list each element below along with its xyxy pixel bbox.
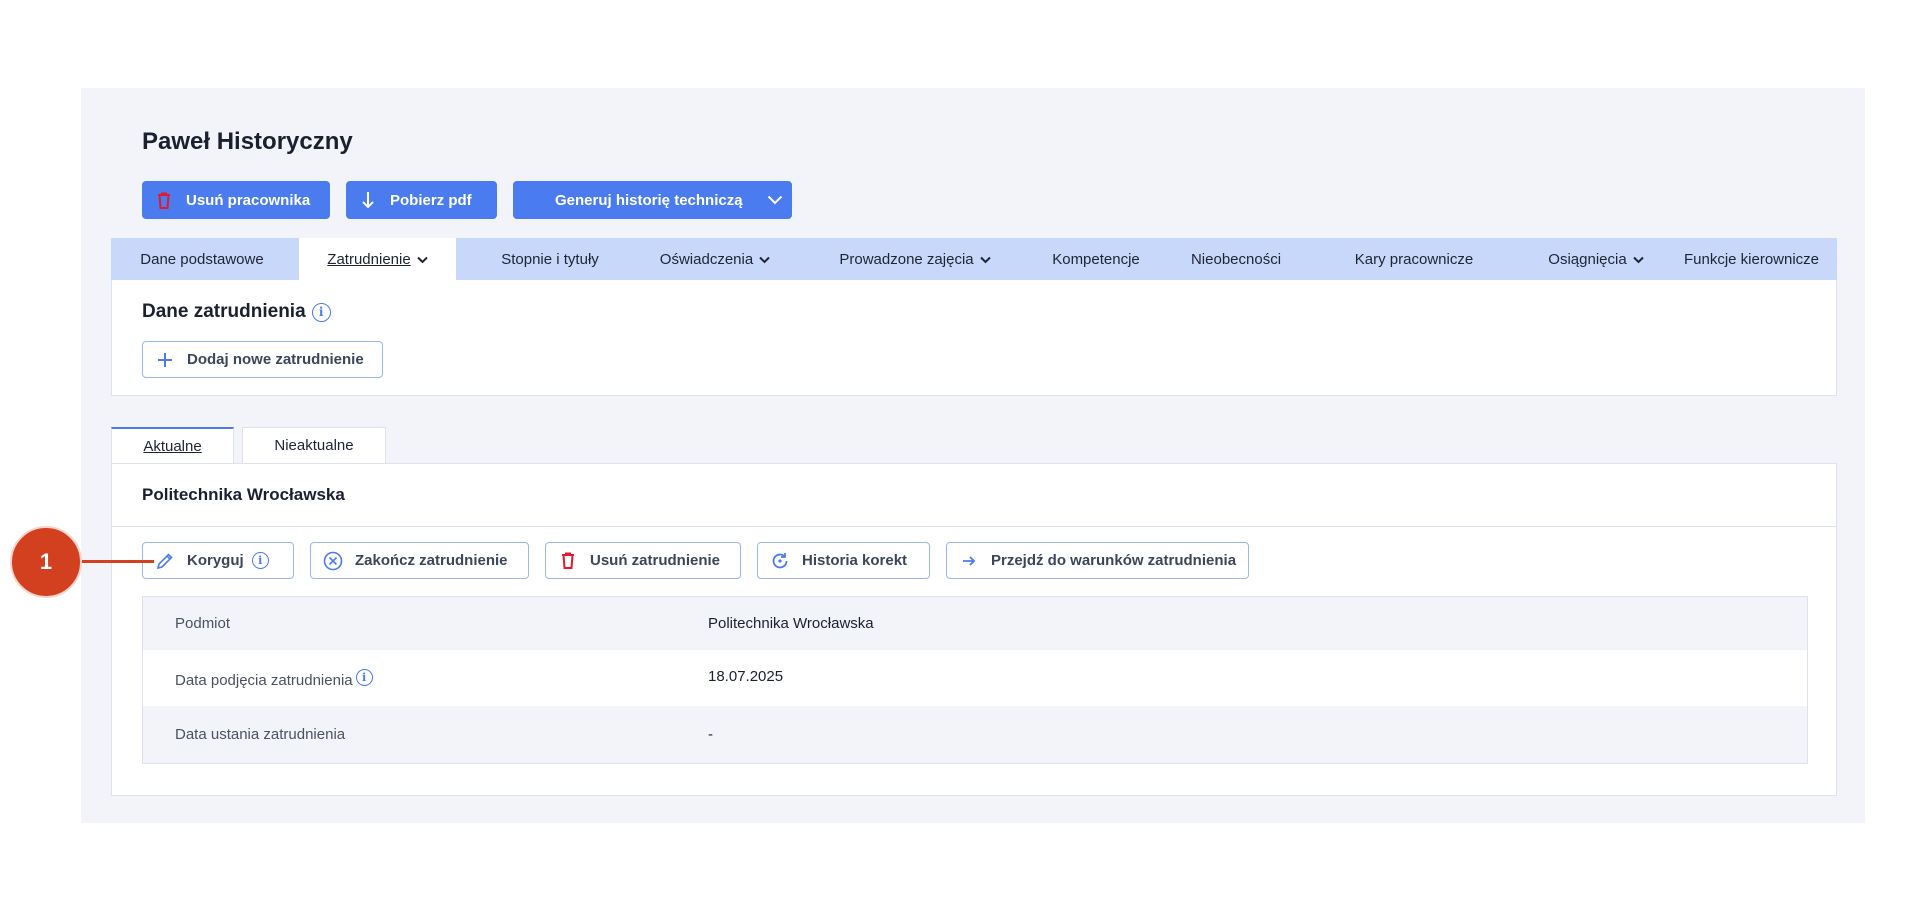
row-label: Data podjęcia zatrudnienia i — [175, 669, 373, 689]
trash-icon — [156, 191, 172, 209]
tab-nieobecnosci[interactable]: Nieobecności — [1166, 238, 1306, 280]
end-employment-label: Zakończ zatrudnienie — [355, 552, 508, 569]
table-row: Data ustania zatrudnienia - — [143, 706, 1807, 763]
tab-bar: Dane podstawowe Zatrudnienie Stopnie i t… — [111, 238, 1837, 280]
tab-prowadzone-zajecia[interactable]: Prowadzone zajęcia — [811, 238, 1019, 280]
chevron-down-icon — [1632, 251, 1644, 268]
row-label-text: Data podjęcia zatrudnienia — [175, 672, 353, 689]
annotation-line — [80, 560, 154, 563]
arrow-down-icon — [360, 191, 376, 209]
info-icon[interactable]: i — [311, 302, 331, 322]
info-icon[interactable]: i — [355, 669, 373, 686]
plus-icon — [155, 350, 175, 370]
subtab-aktualne[interactable]: Aktualne — [111, 427, 234, 463]
delete-employee-label: Usuń pracownika — [186, 191, 311, 209]
tab-funkcje-kierownicze[interactable]: Funkcje kierownicze — [1666, 238, 1837, 280]
correct-button[interactable]: Koryguj i — [142, 542, 294, 579]
close-circle-icon — [323, 551, 343, 571]
tab-stopnie-i-tytuly[interactable]: Stopnie i tytuły — [475, 238, 625, 280]
organization-title: Politechnika Wrocławska — [142, 485, 345, 504]
tab-kompetencje[interactable]: Kompetencje — [1031, 238, 1161, 280]
subtab-nieaktualne[interactable]: Nieaktualne — [242, 427, 386, 463]
download-pdf-button[interactable]: Pobierz pdf — [346, 181, 497, 219]
goto-conditions-label: Przejdź do warunków zatrudnienia — [991, 552, 1237, 569]
section-title-text: Dane zatrudnienia — [142, 301, 306, 322]
pencil-icon — [155, 551, 175, 571]
tab-zatrudnienie[interactable]: Zatrudnienie — [299, 238, 456, 280]
download-pdf-label: Pobierz pdf — [390, 191, 472, 209]
end-employment-button[interactable]: Zakończ zatrudnienie — [310, 542, 529, 579]
info-icon[interactable]: i — [251, 552, 269, 569]
tab-dane-podstawowe[interactable]: Dane podstawowe — [111, 238, 293, 280]
row-value: - — [708, 726, 713, 743]
row-label: Data ustania zatrudnienia — [175, 726, 346, 743]
section-title: Dane zatrudnienia i — [142, 301, 331, 323]
correction-history-button[interactable]: Historia korekt — [757, 542, 930, 579]
correction-history-label: Historia korekt — [802, 552, 908, 569]
goto-conditions-button[interactable]: Przejdź do warunków zatrudnienia — [946, 542, 1249, 579]
add-employment-label: Dodaj nowe zatrudnienie — [187, 351, 364, 368]
page-title: Paweł Historyczny — [142, 128, 353, 155]
trash-icon — [558, 551, 578, 571]
divider — [112, 526, 1836, 527]
add-employment-button[interactable]: Dodaj nowe zatrudnienie — [142, 341, 383, 378]
employment-details-table: Podmiot Politechnika Wrocławska Data pod… — [142, 596, 1808, 764]
correct-label: Koryguj — [187, 552, 244, 569]
tab-kary-pracownicze[interactable]: Kary pracownicze — [1319, 238, 1509, 280]
employment-panel — [111, 280, 1837, 396]
tab-oswiadczenia[interactable]: Oświadczenia — [635, 238, 795, 280]
delete-employment-button[interactable]: Usuń zatrudnienie — [545, 542, 741, 579]
row-value: 18.07.2025 — [708, 668, 784, 685]
chevron-down-icon — [979, 251, 991, 268]
generate-history-label: Generuj historię techniczą — [555, 191, 743, 209]
chevron-down-icon — [767, 195, 783, 205]
table-row: Podmiot Politechnika Wrocławska — [143, 597, 1807, 650]
chevron-down-icon — [416, 251, 428, 268]
table-row: Data podjęcia zatrudnienia i 18.07.2025 — [143, 650, 1807, 706]
delete-employee-button[interactable]: Usuń pracownika — [142, 181, 330, 219]
delete-employment-label: Usuń zatrudnienie — [590, 552, 721, 569]
row-value: Politechnika Wrocławska — [708, 615, 874, 632]
chevron-down-icon — [759, 251, 770, 268]
annotation-marker: 1 — [10, 526, 82, 598]
refresh-icon — [770, 551, 790, 571]
row-label: Podmiot — [175, 615, 231, 632]
tab-osiagniecia[interactable]: Osiągnięcia — [1516, 238, 1676, 280]
arrow-right-icon — [959, 551, 979, 571]
generate-history-button[interactable]: Generuj historię techniczą — [513, 181, 792, 219]
